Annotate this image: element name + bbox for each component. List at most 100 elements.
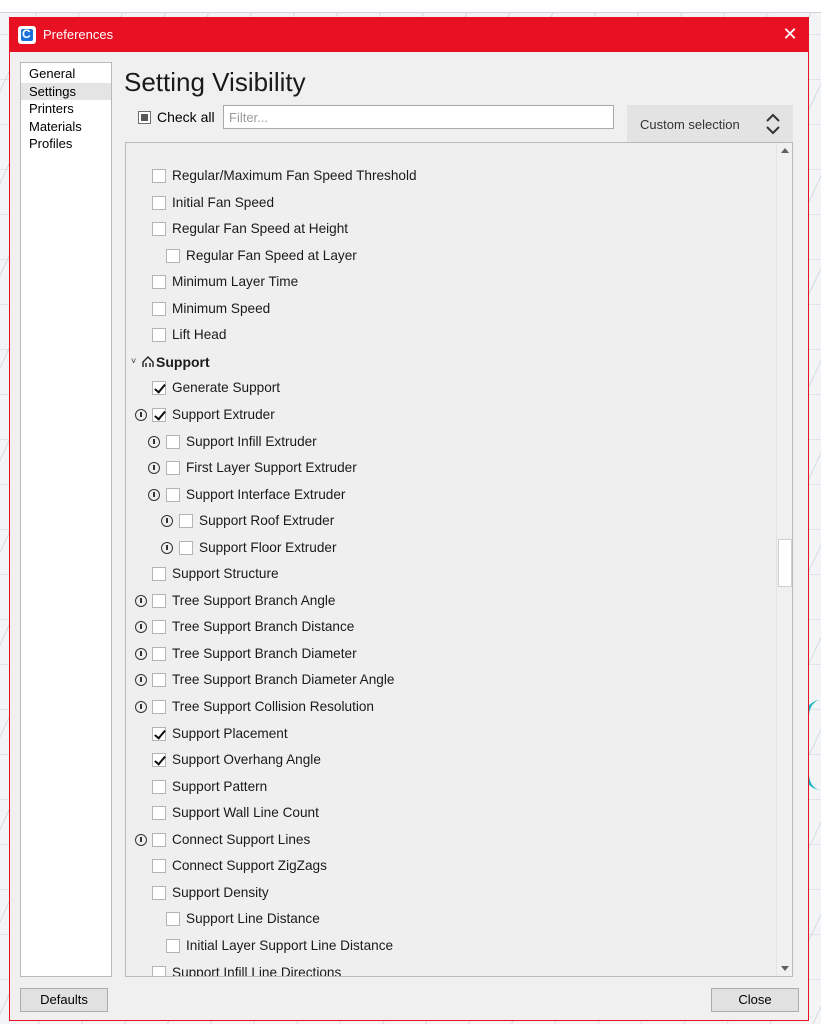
category-header-support[interactable]: ˅ Support bbox=[126, 353, 776, 371]
setting-row[interactable]: First Layer Support Extruder bbox=[126, 459, 776, 477]
setting-checkbox[interactable] bbox=[152, 593, 166, 608]
category-label: Support bbox=[156, 353, 210, 370]
title-bar[interactable]: C Preferences ✕ bbox=[10, 18, 808, 52]
setting-checkbox[interactable] bbox=[152, 965, 166, 976]
setting-row[interactable]: Initial Fan Speed bbox=[126, 194, 776, 212]
info-icon[interactable] bbox=[161, 541, 173, 554]
chevron-down-icon[interactable]: ˅ bbox=[131, 356, 136, 366]
setting-label: Generate Support bbox=[172, 380, 281, 396]
check-all-toggle[interactable]: Check all bbox=[138, 108, 215, 126]
setting-checkbox[interactable] bbox=[152, 328, 166, 343]
setting-row[interactable]: Support Infill Line Directions bbox=[126, 964, 776, 976]
setting-checkbox[interactable] bbox=[152, 381, 166, 396]
nav-item-materials[interactable]: Materials bbox=[21, 118, 111, 136]
scroll-down-arrow-icon[interactable] bbox=[777, 960, 792, 976]
setting-row[interactable]: Initial Layer Support Line Distance bbox=[126, 937, 776, 955]
setting-checkbox[interactable] bbox=[152, 301, 166, 316]
setting-row[interactable]: Tree Support Collision Resolution bbox=[126, 698, 776, 716]
setting-row[interactable]: Tree Support Branch Diameter bbox=[126, 645, 776, 663]
setting-row[interactable]: Support Extruder bbox=[126, 406, 776, 424]
setting-row[interactable]: Tree Support Branch Distance bbox=[126, 618, 776, 636]
setting-checkbox[interactable] bbox=[152, 753, 166, 768]
filter-input[interactable] bbox=[223, 105, 614, 129]
setting-checkbox[interactable] bbox=[152, 673, 166, 688]
setting-row[interactable]: Support Structure bbox=[126, 565, 776, 583]
nav-item-settings[interactable]: Settings bbox=[21, 82, 111, 101]
setting-row[interactable]: Minimum Speed bbox=[126, 300, 776, 318]
info-icon[interactable] bbox=[135, 594, 147, 607]
setting-checkbox[interactable] bbox=[152, 806, 166, 821]
info-icon[interactable] bbox=[148, 435, 160, 448]
setting-row[interactable]: Regular/Maximum Fan Speed Threshold bbox=[126, 167, 776, 185]
setting-checkbox[interactable] bbox=[152, 195, 166, 210]
info-icon[interactable] bbox=[135, 408, 147, 421]
close-button[interactable]: Close bbox=[711, 988, 799, 1012]
chevron-up-down-icon bbox=[766, 113, 780, 135]
vertical-scrollbar[interactable] bbox=[776, 143, 792, 976]
visibility-profile-select[interactable]: Custom selection bbox=[627, 105, 793, 143]
setting-checkbox[interactable] bbox=[152, 885, 166, 900]
info-icon[interactable] bbox=[161, 515, 173, 528]
defaults-button[interactable]: Defaults bbox=[20, 988, 108, 1012]
setting-row[interactable]: Support Pattern bbox=[126, 778, 776, 796]
setting-checkbox[interactable] bbox=[152, 169, 166, 183]
info-icon[interactable] bbox=[135, 674, 147, 687]
setting-checkbox[interactable] bbox=[166, 434, 180, 449]
setting-checkbox[interactable] bbox=[152, 222, 166, 237]
setting-row[interactable]: Tree Support Branch Angle bbox=[126, 592, 776, 610]
setting-row[interactable]: Support Interface Extruder bbox=[126, 486, 776, 504]
setting-row[interactable]: Connect Support Lines bbox=[126, 831, 776, 849]
setting-row[interactable]: Support Density bbox=[126, 884, 776, 902]
info-icon[interactable] bbox=[135, 647, 147, 660]
setting-checkbox[interactable] bbox=[179, 540, 193, 555]
nav-item-profiles[interactable]: Profiles bbox=[21, 135, 111, 153]
setting-row[interactable]: Support Line Distance bbox=[126, 910, 776, 928]
setting-checkbox[interactable] bbox=[152, 620, 166, 635]
setting-row[interactable]: Support Floor Extruder bbox=[126, 539, 776, 557]
setting-checkbox[interactable] bbox=[152, 726, 166, 741]
scrollbar-thumb[interactable] bbox=[778, 539, 792, 587]
setting-row[interactable]: Lift Head bbox=[126, 326, 776, 344]
setting-row[interactable]: Connect Support ZigZags bbox=[126, 857, 776, 875]
setting-label: Regular Fan Speed at Height bbox=[172, 221, 349, 237]
setting-checkbox[interactable] bbox=[166, 938, 180, 953]
check-all-label: Check all bbox=[157, 109, 215, 125]
setting-row[interactable]: Generate Support bbox=[126, 379, 776, 397]
setting-checkbox[interactable] bbox=[179, 514, 193, 529]
setting-row[interactable]: Support Placement bbox=[126, 725, 776, 743]
setting-checkbox[interactable] bbox=[152, 407, 166, 422]
setting-checkbox[interactable] bbox=[152, 646, 166, 661]
app-logo-icon: C bbox=[18, 26, 36, 44]
setting-checkbox[interactable] bbox=[152, 832, 166, 847]
info-icon[interactable] bbox=[135, 701, 147, 713]
setting-checkbox[interactable] bbox=[152, 779, 166, 794]
setting-row[interactable]: Minimum Layer Time bbox=[126, 273, 776, 291]
setting-checkbox[interactable] bbox=[166, 487, 180, 502]
setting-checkbox[interactable] bbox=[166, 912, 180, 927]
setting-checkbox[interactable] bbox=[152, 859, 166, 874]
setting-row[interactable]: Support Infill Extruder bbox=[126, 433, 776, 451]
info-icon[interactable] bbox=[135, 833, 147, 846]
setting-row[interactable]: Support Roof Extruder bbox=[126, 512, 776, 530]
settings-list[interactable]: Support Infill Line Directions Initial La… bbox=[125, 142, 793, 977]
nav-item-printers[interactable]: Printers bbox=[21, 100, 111, 118]
info-icon[interactable] bbox=[148, 462, 160, 475]
setting-checkbox[interactable] bbox=[152, 567, 166, 582]
close-icon[interactable]: ✕ bbox=[778, 23, 802, 47]
setting-row[interactable]: Regular Fan Speed at Height bbox=[126, 220, 776, 238]
info-icon[interactable] bbox=[135, 621, 147, 634]
info-icon[interactable] bbox=[148, 488, 160, 501]
setting-row[interactable]: Tree Support Branch Diameter Angle bbox=[126, 671, 776, 689]
setting-checkbox[interactable] bbox=[152, 275, 166, 290]
setting-row[interactable]: Support Overhang Angle bbox=[126, 751, 776, 769]
setting-checkbox[interactable] bbox=[152, 700, 166, 714]
setting-label: Support Density bbox=[172, 884, 269, 900]
setting-row[interactable]: Regular Fan Speed at Layer bbox=[126, 247, 776, 265]
setting-row[interactable]: Support Wall Line Count bbox=[126, 804, 776, 822]
nav-item-general[interactable]: General bbox=[21, 65, 111, 83]
scroll-up-arrow-icon[interactable] bbox=[777, 143, 792, 159]
check-all-checkbox[interactable] bbox=[138, 110, 151, 124]
setting-checkbox[interactable] bbox=[166, 248, 180, 263]
setting-checkbox[interactable] bbox=[166, 461, 180, 476]
setting-label: Tree Support Collision Resolution bbox=[172, 699, 374, 714]
